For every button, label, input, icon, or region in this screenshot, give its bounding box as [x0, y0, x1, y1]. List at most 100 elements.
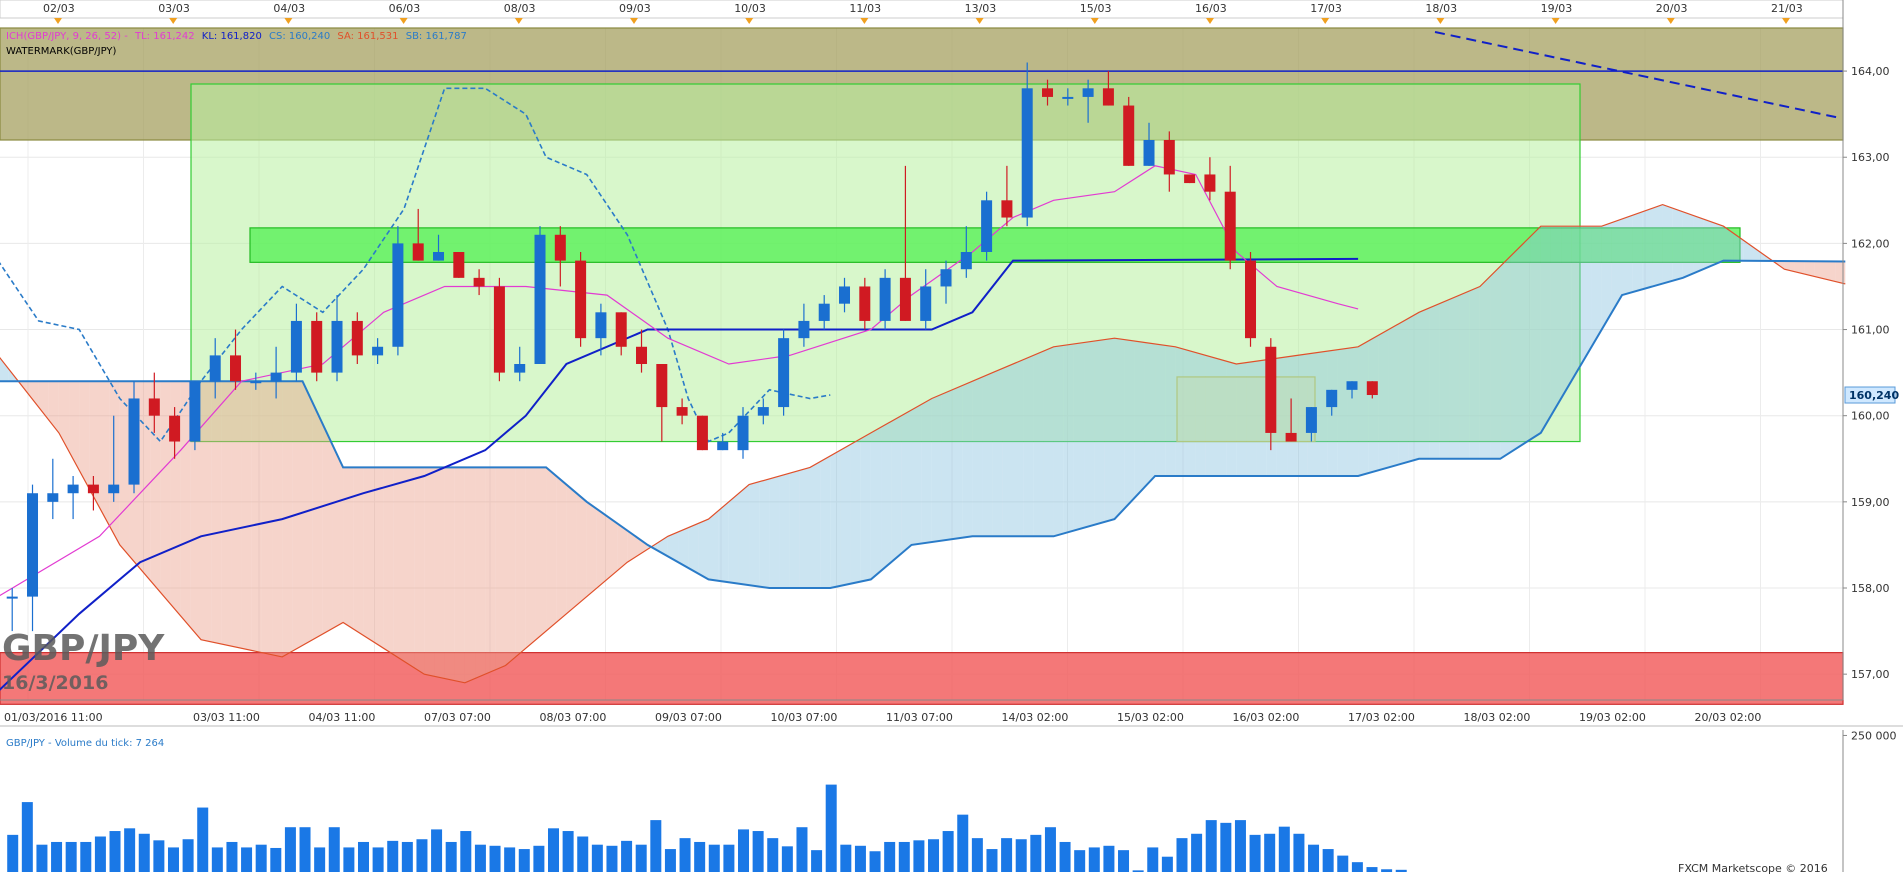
volume-bar [1381, 869, 1393, 872]
cloud-segment [404, 467, 415, 668]
volume-bar [1015, 839, 1027, 872]
candle [981, 191, 993, 261]
price-tick-label: 160,00 [1851, 410, 1890, 423]
candle-body [6, 596, 18, 599]
cloud-segment [881, 421, 892, 571]
volume-bar [431, 829, 443, 872]
volume-bar [1161, 856, 1173, 872]
candle-body [798, 320, 810, 339]
volume-bar [138, 833, 150, 872]
volume-bar [767, 838, 779, 872]
candle-body [534, 234, 546, 364]
cloud-segment [1155, 343, 1166, 476]
candle-body [676, 407, 688, 416]
candle [1245, 252, 1257, 347]
cloud-segment [1591, 226, 1602, 347]
top-date-label: 17/03 [1310, 2, 1342, 15]
cloud-segment [180, 381, 191, 628]
cloud-segment [738, 484, 750, 586]
volume-bar [533, 845, 545, 872]
span-a-value: SA: 161,531 [337, 31, 399, 42]
volume-bar [971, 838, 983, 872]
price-tick-label: 158,00 [1851, 582, 1890, 595]
candle-body [757, 407, 769, 416]
volume-bar [314, 847, 326, 872]
cloud-segment [789, 470, 800, 588]
cloud-segment [1398, 318, 1409, 465]
cloud-segment [1256, 359, 1267, 476]
volume-bar [153, 840, 165, 872]
cloud-segment [1276, 356, 1288, 476]
cloud-segment [931, 394, 942, 543]
time-tick-label: 15/03 02:00 [1117, 711, 1184, 724]
volume-bar [1337, 855, 1349, 872]
cloud-segment [1419, 308, 1430, 459]
indicator-legend: ICH(GBP/JPY, 9, 26, 52) - TL: 161,242 KL… [6, 30, 471, 43]
volume-bar [1205, 820, 1217, 872]
candle-body [737, 415, 749, 451]
volume-bar [1001, 838, 1013, 872]
top-date-label: 16/03 [1195, 2, 1227, 15]
cloud-segment [1053, 345, 1064, 537]
cloud-segment [962, 381, 973, 538]
cloud-segment [1084, 341, 1095, 528]
cloud-segment [799, 467, 810, 588]
volume-bar [635, 844, 647, 872]
candle [575, 252, 587, 347]
volume-title: GBP/JPY - Volume du tick: 7 264 [6, 738, 165, 749]
watermark-date: 16/3/2016 [2, 672, 109, 694]
candle-body [47, 493, 59, 502]
price-tick-label: 159,00 [1851, 496, 1890, 509]
cloud-segment [1540, 226, 1551, 433]
candle-body [1123, 105, 1135, 166]
candle-body [392, 243, 404, 347]
chart-canvas[interactable]: 157,00 158,00 159,00 160,00 161,00 162,00 163,… [0, 0, 1903, 878]
cloud-segment [698, 519, 709, 580]
cloud-segment [261, 381, 273, 655]
volume-bar [109, 831, 121, 872]
cloud-segment [830, 450, 841, 588]
candle-body [87, 484, 99, 494]
cloud-segment [485, 467, 496, 675]
candle [189, 381, 201, 451]
volume-bar [1249, 834, 1261, 872]
cloud-segment [1368, 335, 1379, 474]
cloud-segment [1043, 346, 1054, 537]
candle-body [1102, 88, 1114, 106]
cloud-segment [373, 467, 384, 649]
volume-bar [387, 840, 399, 872]
candle-body [1326, 389, 1338, 408]
top-date-label: 19/03 [1541, 2, 1573, 15]
cloud-segment [1510, 246, 1521, 453]
cloud-segment [607, 516, 618, 580]
cloud-segment [1388, 323, 1399, 468]
volume-bar [474, 844, 486, 872]
cloud-segment [810, 461, 821, 588]
cloud-segment [1002, 364, 1013, 537]
candle-body [1285, 432, 1297, 442]
cloud-segment [576, 493, 587, 606]
volume-bar [884, 841, 896, 872]
candle-body [290, 320, 302, 373]
chart-window: 157,00 158,00 159,00 160,00 161,00 162,00 163,… [0, 0, 1903, 878]
time-tick-label: 10/03 07:00 [771, 711, 838, 724]
cloud-segment [1165, 345, 1176, 476]
cloud-segment [332, 445, 344, 629]
volume-bar [1118, 850, 1130, 872]
cloud-segment [535, 467, 547, 640]
cloud-segment [891, 415, 902, 563]
volume-bar [226, 841, 238, 872]
cloud-segment [1023, 355, 1034, 537]
candle-body [717, 441, 729, 451]
candle [311, 312, 323, 382]
cloud-segment [475, 467, 486, 679]
cloud-segment [322, 424, 333, 634]
volume-bar [825, 784, 837, 872]
cloud-segment [1439, 299, 1450, 459]
candle-body [189, 381, 201, 442]
volume-bar [1103, 845, 1115, 872]
cloud-segment [241, 381, 252, 651]
top-date-label: 04/03 [273, 2, 305, 15]
candle-body [656, 364, 668, 408]
candle-body [412, 243, 424, 261]
